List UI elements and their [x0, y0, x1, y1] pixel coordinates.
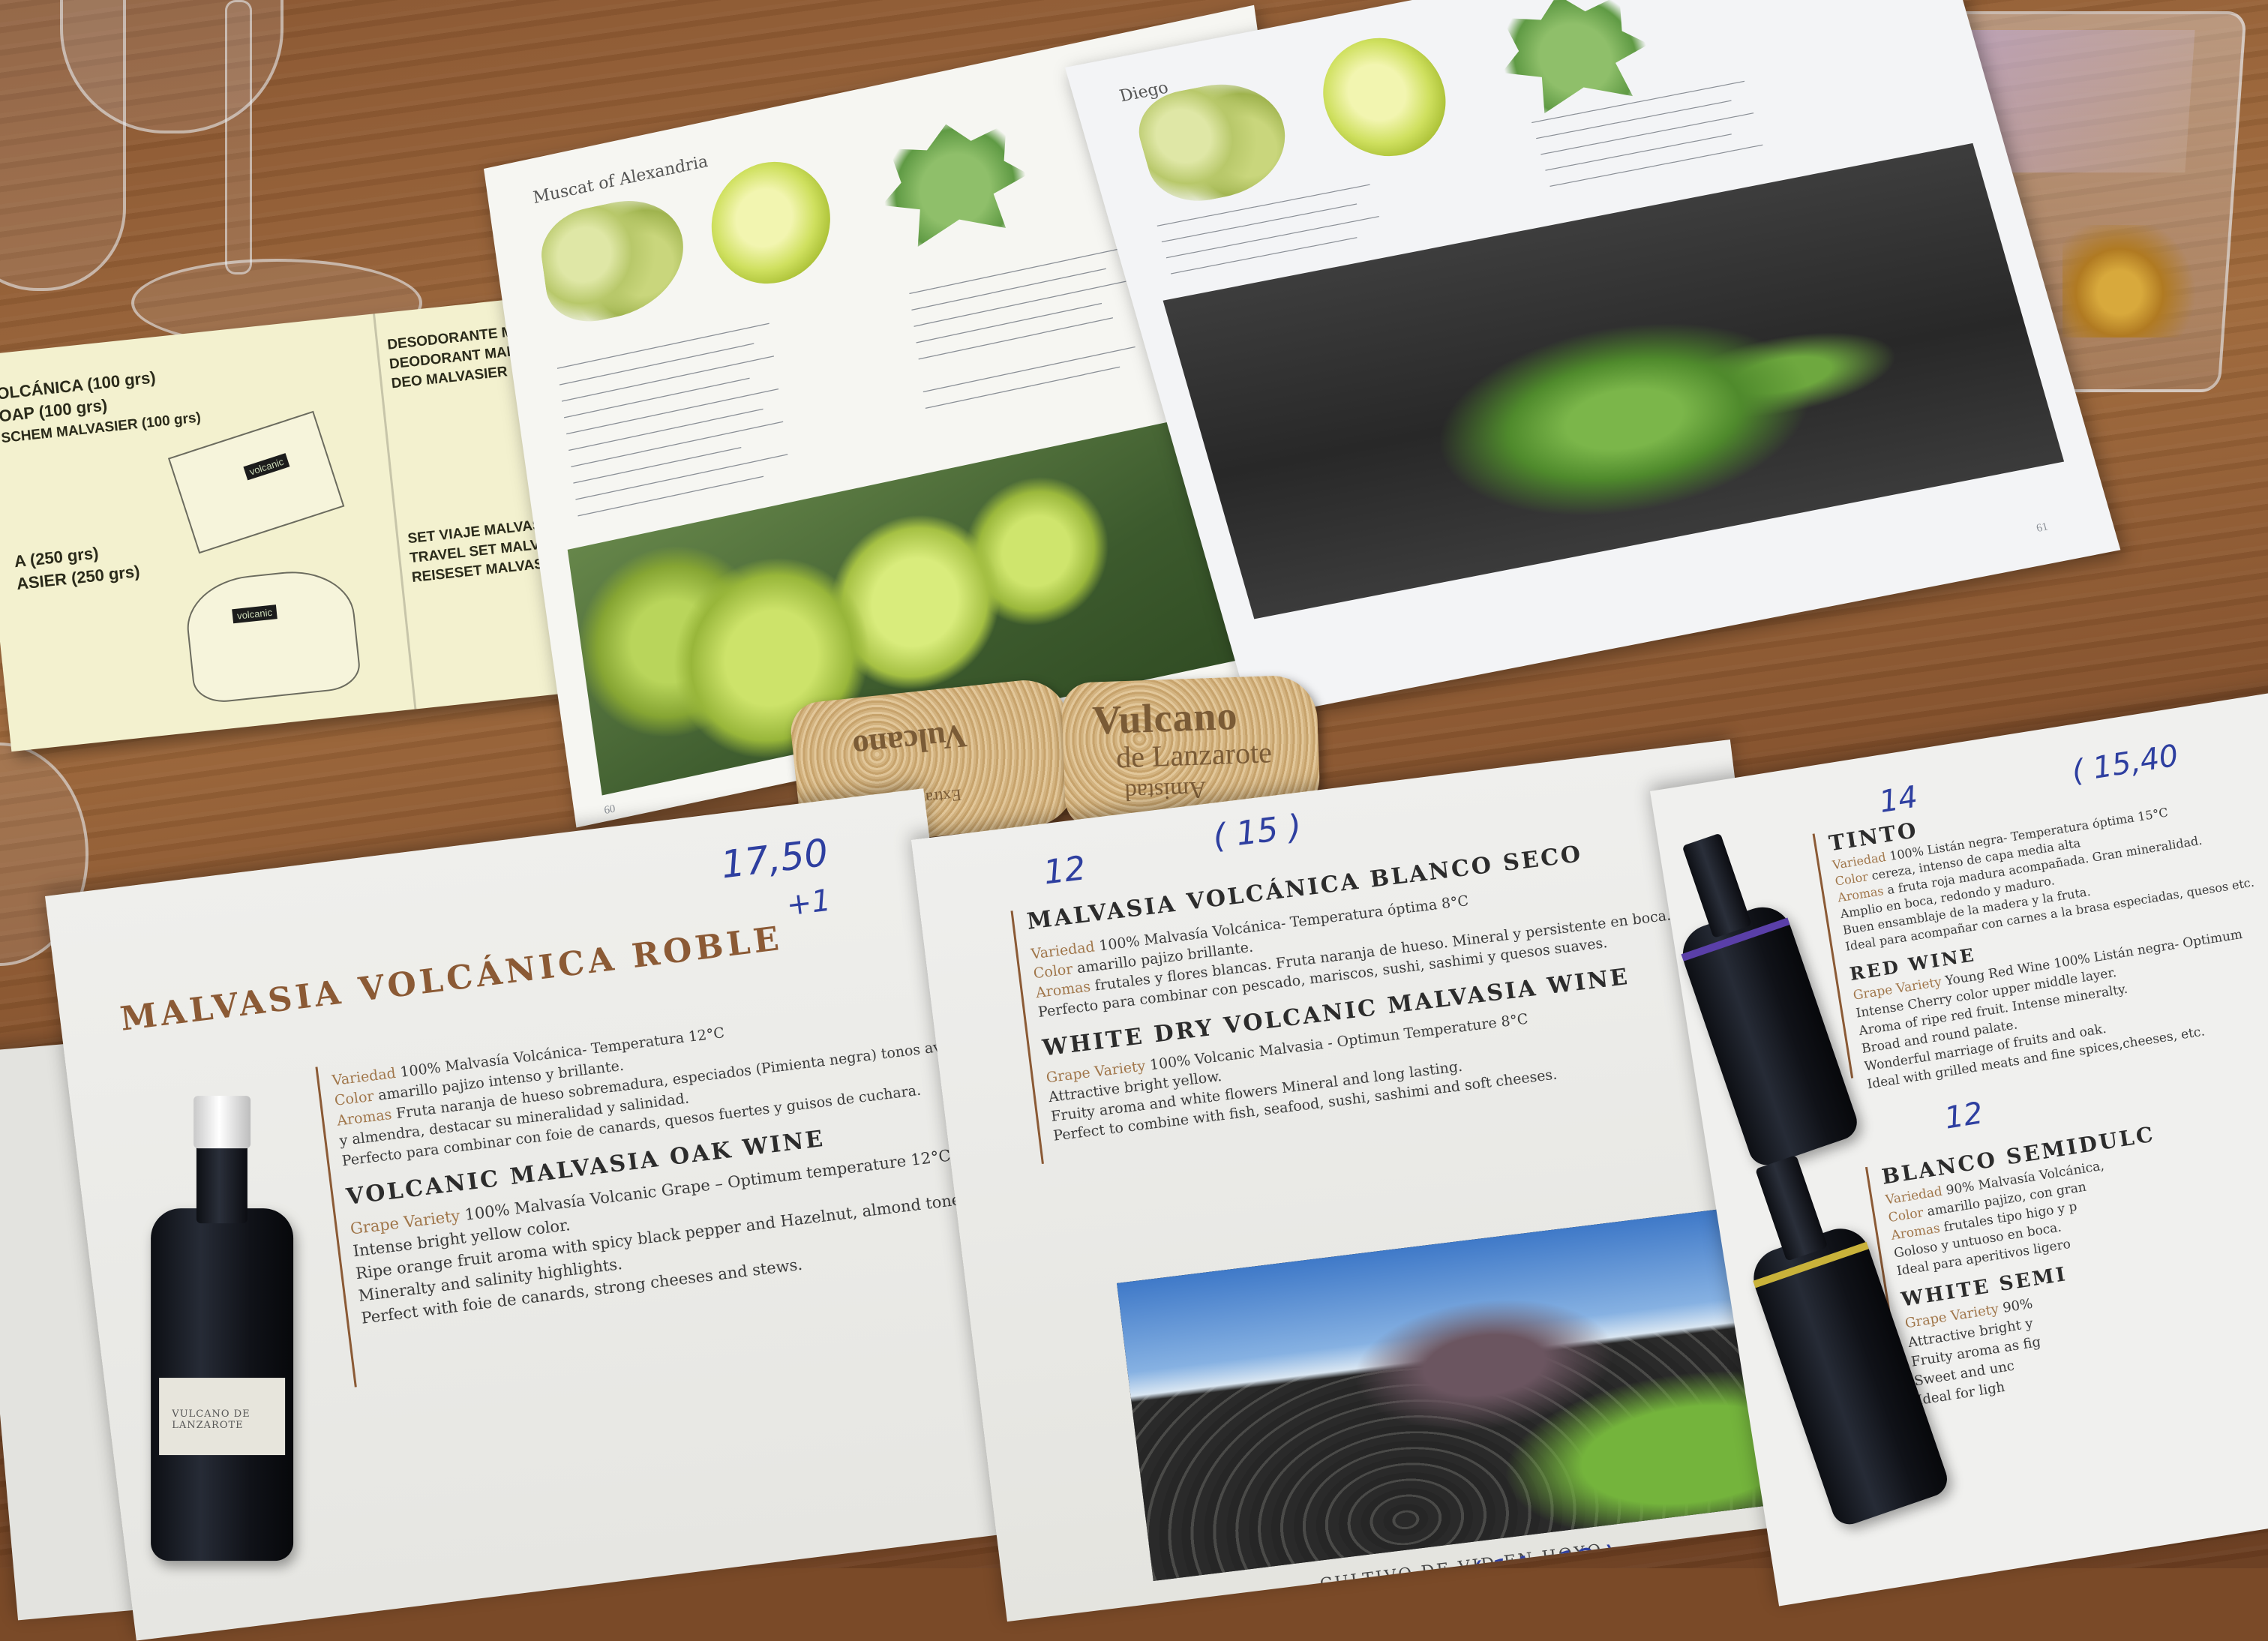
cork-bottom-print: Amistad	[1124, 776, 1207, 807]
glass-dish-contents	[2062, 225, 2205, 338]
soap-leaflet: OLCÁNICA (100 grs) OAP (100 grs) SCHEM M…	[0, 296, 579, 752]
wine-desc-key: Color	[1032, 961, 1074, 982]
book-page-heading: Muscat of Alexandria	[532, 152, 710, 208]
grape-cross-section	[704, 150, 838, 296]
white-wine-bottle: VULCANO DE LANZAROTE	[151, 1096, 294, 1562]
wine-glass-stem	[225, 0, 252, 274]
book-page-number: 61	[2035, 520, 2050, 535]
grape-bunch-illustration	[536, 189, 692, 331]
soap-tag: volcanic	[243, 453, 290, 481]
volcanic-vineyard-photo	[1117, 1204, 1794, 1582]
bottle-capsule	[194, 1096, 251, 1149]
handwritten-price-alt: ( 15,40	[2069, 738, 2181, 790]
wine-desc-key: Color	[333, 1088, 375, 1109]
handwritten-price: 12	[1942, 1096, 1986, 1136]
bottle-neck	[1682, 832, 1752, 939]
wine-title: MALVASIA VOLCÁNICA ROBLE	[118, 919, 785, 1039]
handwritten-price: 17,50	[718, 830, 831, 887]
red-wine-bottle	[1675, 832, 1862, 1170]
vine-leaf-illustration	[872, 109, 1036, 259]
soap-bar-sketch: volcanic	[167, 410, 345, 554]
soap-gift-sketch: volcanic	[182, 565, 363, 706]
wine-desc-key: Aromas	[336, 1106, 393, 1130]
book-page-number: 60	[603, 802, 616, 818]
cork-brand-print: Vulcano	[850, 717, 969, 766]
handwritten-price-extra: +1	[784, 883, 833, 923]
bottle-label-text: VULCANO DE LANZAROTE	[172, 1408, 250, 1432]
cork-sub-print: de Lanzarote	[1115, 735, 1273, 775]
wine-desc-text: 90%	[1997, 1295, 2034, 1317]
menu-page-roble: MALVASIA VOLCÁNICA ROBLE 17,50 +1 Varied…	[45, 788, 1016, 1641]
handwritten-price: 14	[1876, 779, 1921, 820]
handwritten-price: 12	[1041, 849, 1088, 892]
soap-tag: volcanic	[232, 604, 278, 624]
grape-cross-section	[1309, 28, 1460, 166]
bottle-label: VULCANO DE LANZAROTE	[159, 1377, 285, 1456]
bottle-neck	[1755, 1155, 1828, 1262]
wine-desc-key: Color	[1887, 1205, 1924, 1226]
handwritten-price-alt: ( 15 )	[1210, 807, 1304, 856]
